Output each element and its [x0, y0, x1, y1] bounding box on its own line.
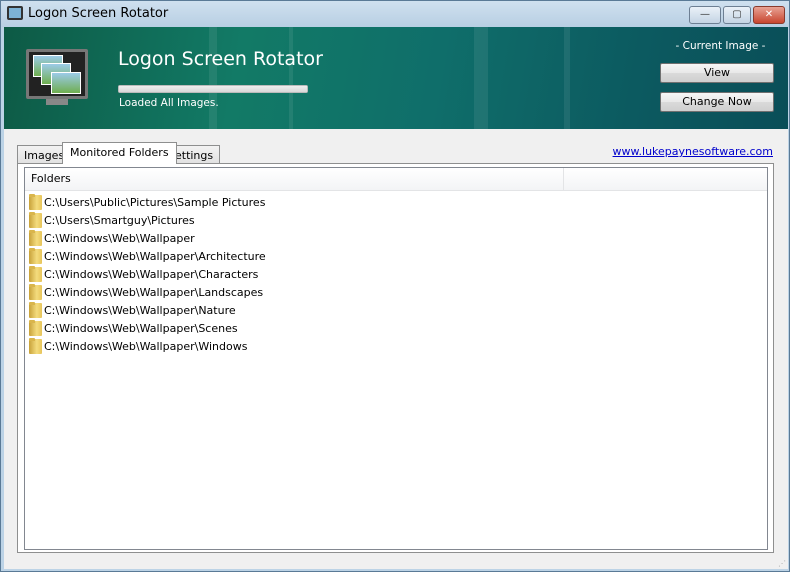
banner-streak [289, 27, 293, 129]
app-heading: Logon Screen Rotator [118, 48, 323, 70]
minimize-button[interactable]: — [689, 6, 721, 24]
current-image-label: - Current Image - [675, 40, 766, 52]
list-item[interactable]: C:\Windows\Web\Wallpaper\Characters [29, 265, 266, 283]
folder-path: C:\Windows\Web\Wallpaper\Characters [44, 267, 259, 281]
header-banner: Logon Screen Rotator Loaded All Images. … [4, 27, 788, 129]
folder-path: C:\Windows\Web\Wallpaper\Windows [44, 339, 248, 353]
close-button[interactable]: ✕ [753, 6, 785, 24]
banner-streak [474, 27, 488, 129]
column-header-empty[interactable] [564, 168, 769, 191]
folder-path: C:\Windows\Web\Wallpaper\Scenes [44, 321, 238, 335]
tab-panel: Folders C:\Users\Public\Pictures\Sample … [17, 163, 774, 553]
monitor-stand [46, 99, 68, 105]
folder-path: C:\Windows\Web\Wallpaper\Landscapes [44, 285, 264, 299]
website-link[interactable]: www.lukepaynesoftware.com [613, 145, 773, 158]
window-title: Logon Screen Rotator [28, 6, 169, 21]
load-progress-bar [118, 85, 308, 93]
list-item[interactable]: C:\Windows\Web\Wallpaper\Architecture [29, 247, 266, 265]
folder-icon [29, 229, 42, 246]
change-now-button[interactable]: Change Now [660, 92, 774, 112]
folder-path: C:\Users\Smartguy\Pictures [44, 213, 195, 227]
folders-listview[interactable]: Folders C:\Users\Public\Pictures\Sample … [24, 167, 768, 550]
monitor-logo-icon [26, 49, 88, 99]
app-window: Logon Screen Rotator — ▢ ✕ Logon Screen … [0, 0, 790, 572]
column-header-folders[interactable]: Folders [25, 168, 564, 191]
folder-path: C:\Windows\Web\Wallpaper\Architecture [44, 249, 266, 263]
folder-path: C:\Windows\Web\Wallpaper\Nature [44, 303, 236, 317]
banner-streak [564, 27, 570, 129]
resize-grip[interactable]: ⋰ [778, 559, 786, 568]
list-header: Folders [25, 168, 767, 191]
list-item[interactable]: C:\Users\Public\Pictures\Sample Pictures [29, 193, 266, 211]
folder-icon [29, 247, 42, 264]
list-item[interactable]: C:\Windows\Web\Wallpaper [29, 229, 266, 247]
list-item[interactable]: C:\Windows\Web\Wallpaper\Scenes [29, 319, 266, 337]
tab-monitored-folders[interactable]: Monitored Folders [62, 142, 177, 164]
folder-path: C:\Users\Public\Pictures\Sample Pictures [44, 195, 266, 209]
folder-icon [29, 337, 42, 354]
banner-streak [209, 27, 217, 129]
folder-icon [29, 301, 42, 318]
list-item[interactable]: C:\Windows\Web\Wallpaper\Windows [29, 337, 266, 355]
maximize-button[interactable]: ▢ [723, 6, 751, 24]
list-item[interactable]: C:\Windows\Web\Wallpaper\Landscapes [29, 283, 266, 301]
main-body: Images Monitored Folders Settings www.lu… [4, 129, 788, 569]
view-button[interactable]: View [660, 63, 774, 83]
folder-icon [29, 283, 42, 300]
list-item[interactable]: C:\Windows\Web\Wallpaper\Nature [29, 301, 266, 319]
folder-icon [29, 265, 42, 282]
folder-icon [29, 193, 42, 210]
status-text: Loaded All Images. [119, 97, 219, 109]
folder-icon [29, 319, 42, 336]
progress-fill [119, 86, 307, 92]
app-icon [7, 6, 23, 20]
list-item[interactable]: C:\Users\Smartguy\Pictures [29, 211, 266, 229]
folder-icon [29, 211, 42, 228]
title-bar[interactable]: Logon Screen Rotator — ▢ ✕ [1, 1, 789, 27]
folder-rows: C:\Users\Public\Pictures\Sample Pictures… [29, 193, 266, 355]
folder-path: C:\Windows\Web\Wallpaper [44, 231, 195, 245]
